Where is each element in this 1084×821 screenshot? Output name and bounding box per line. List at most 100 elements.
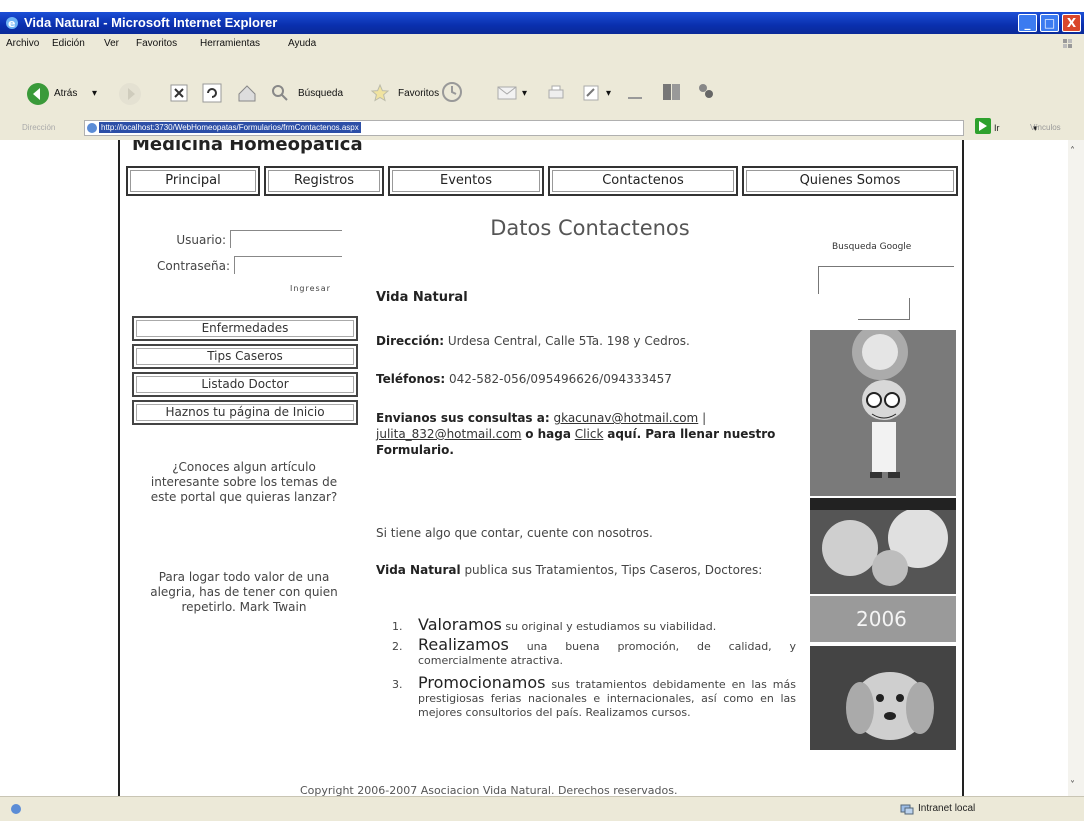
vertical-scrollbar[interactable]	[1068, 140, 1084, 796]
security-zone-label: Intranet local	[918, 803, 976, 814]
google-search-button[interactable]	[858, 298, 910, 320]
back-arrow-icon[interactable]	[26, 82, 50, 106]
page-status-icon	[11, 804, 21, 814]
menu-ayuda[interactable]: Ayuda	[288, 38, 316, 49]
nav-registros[interactable]: Registros	[264, 166, 384, 196]
publishes-text: publica sus Tratamientos, Tips Caseros, …	[464, 563, 763, 577]
ie-logo-icon: e	[6, 17, 18, 30]
status-bar: Intranet local	[0, 796, 1084, 821]
stop-icon[interactable]	[170, 84, 188, 102]
or-do-text: o haga	[525, 427, 571, 441]
mail-icon[interactable]	[496, 84, 518, 102]
windows-flag-icon	[1063, 39, 1072, 48]
phone-value: 042-582-056/095496626/094333457	[449, 372, 672, 386]
menu-archivo[interactable]: Archivo	[6, 38, 39, 49]
nav-eventos[interactable]: Eventos	[388, 166, 544, 196]
address-bar: Dirección http://localhost:3730/WebHomeo…	[0, 116, 1084, 140]
address-url[interactable]: http://localhost:3730/WebHomeopatas/Form…	[99, 122, 361, 133]
nav-principal[interactable]: Principal	[126, 166, 260, 196]
history-icon[interactable]	[440, 80, 464, 104]
go-arrow-icon[interactable]	[975, 118, 991, 134]
side-item-enfermedades[interactable]: Enfermedades	[132, 316, 358, 341]
scroll-up-icon[interactable]: ˄	[1070, 146, 1075, 157]
page-viewport: Medicina Homeopatica Principal Registros…	[0, 140, 1084, 796]
refresh-icon[interactable]	[202, 83, 222, 103]
list-lead: Realizamos	[418, 635, 509, 654]
page-heading: Datos Contactenos	[490, 216, 690, 240]
minimize-button[interactable]: _	[1018, 14, 1037, 32]
edit-dropdown-icon[interactable]: ▾	[606, 88, 611, 99]
list-number: 1.	[392, 620, 403, 633]
email-separator: |	[702, 411, 707, 425]
menu-edicion[interactable]: Edición	[52, 38, 85, 49]
site-title: Medicina Homeopatica	[132, 140, 363, 155]
forward-arrow-icon[interactable]	[118, 82, 142, 106]
click-link[interactable]: Click	[575, 427, 604, 441]
mail-dropdown-icon[interactable]: ▾	[522, 88, 527, 99]
address-field[interactable]: http://localhost:3730/WebHomeopatas/Form…	[84, 120, 1038, 136]
address-line-label: Dirección:	[376, 334, 445, 348]
side-item-tips-caseros[interactable]: Tips Caseros	[132, 344, 358, 369]
side-item-pagina-inicio[interactable]: Haznos tu página de Inicio	[132, 400, 358, 425]
menu-favoritos[interactable]: Favoritos	[136, 38, 177, 49]
list-text: su original y estudiamos su viabilidad.	[505, 620, 717, 633]
copyright-text: Copyright 2006-2007 Asociacion Vida Natu…	[300, 784, 678, 796]
menu-bar: Archivo Edición Ver Favoritos Herramient…	[0, 34, 1084, 56]
messenger-icon[interactable]	[694, 80, 718, 104]
family-photo-image	[810, 498, 956, 594]
email-link-2[interactable]: julita_832@hotmail.com	[376, 427, 521, 441]
search-google-label: Busqueda Google	[832, 242, 912, 252]
standard-toolbar: Atrás ▾ Búsqueda Favoritos ▾ ▾	[0, 56, 1084, 116]
search-icon[interactable]	[270, 83, 290, 103]
cartoon-doctor-image	[810, 330, 956, 496]
back-dropdown-icon[interactable]: ▾	[92, 88, 97, 99]
email-link-1[interactable]: gkacunav@hotmail.com	[553, 411, 698, 425]
edit-icon[interactable]	[582, 84, 600, 102]
discuss-icon[interactable]	[628, 90, 642, 100]
nav-quienes-somos[interactable]: Quienes Somos	[742, 166, 958, 196]
window-title: Vida Natural - Microsoft Internet Explor…	[24, 15, 278, 30]
close-button[interactable]: X	[1062, 14, 1081, 32]
password-input[interactable]	[234, 256, 342, 274]
address-label: Dirección	[22, 123, 56, 132]
favorites-button-label[interactable]: Favoritos	[398, 88, 439, 99]
list-number: 3.	[392, 678, 403, 691]
menu-herramientas[interactable]: Herramientas	[200, 38, 260, 49]
menu-ver[interactable]: Ver	[104, 38, 119, 49]
side-item-listado-doctor[interactable]: Listado Doctor	[132, 372, 358, 397]
research-icon[interactable]	[660, 80, 684, 104]
list-lead: Valoramos	[418, 615, 502, 634]
minimize-icon: _	[1024, 16, 1031, 30]
page-frame-left	[118, 140, 120, 796]
intranet-zone-icon	[900, 804, 914, 815]
publishes-paragraph: Vida Natural publica sus Tratamientos, T…	[376, 562, 796, 578]
side-quote: Para logar todo valor de una alegria, ha…	[150, 570, 338, 614]
scroll-down-icon[interactable]: ˅	[1070, 780, 1075, 791]
side-question: ¿Conoces algun artículo interesante sobr…	[150, 460, 338, 504]
tell-us-text: Si tiene algo que contar, cuente con nos…	[376, 526, 653, 540]
svg-text:e: e	[8, 17, 15, 30]
consult-paragraph: Envianos sus consultas a: gkacunav@hotma…	[376, 410, 796, 458]
window-title-bar[interactable]: e Vida Natural - Microsoft Internet Expl…	[0, 12, 1084, 34]
back-button-label[interactable]: Atrás	[54, 88, 77, 99]
username-input[interactable]	[230, 230, 342, 248]
phone-line: Teléfonos: 042-582-056/095496626/0943334…	[376, 372, 796, 386]
dog-photo-image	[810, 646, 956, 750]
year-text: 2006	[856, 607, 907, 631]
maximize-icon: □	[1043, 16, 1056, 30]
username-label: Usuario:	[176, 233, 226, 247]
search-button-label[interactable]: Búsqueda	[298, 88, 343, 99]
home-icon[interactable]	[236, 82, 258, 104]
phone-label: Teléfonos:	[376, 372, 446, 386]
favorites-star-icon[interactable]	[370, 83, 390, 103]
links-label[interactable]: Vínculos	[1030, 123, 1061, 132]
maximize-button[interactable]: □	[1040, 14, 1059, 32]
google-search-input[interactable]	[818, 266, 954, 294]
page-frame-right	[962, 140, 964, 796]
print-icon[interactable]	[546, 84, 566, 102]
nav-contactenos[interactable]: Contactenos	[548, 166, 738, 196]
publishes-brand: Vida Natural	[376, 563, 461, 577]
list-lead: Promocionamos	[418, 673, 546, 692]
go-button[interactable]: Ir	[994, 123, 1000, 133]
login-button[interactable]: Ingresar	[290, 284, 331, 293]
